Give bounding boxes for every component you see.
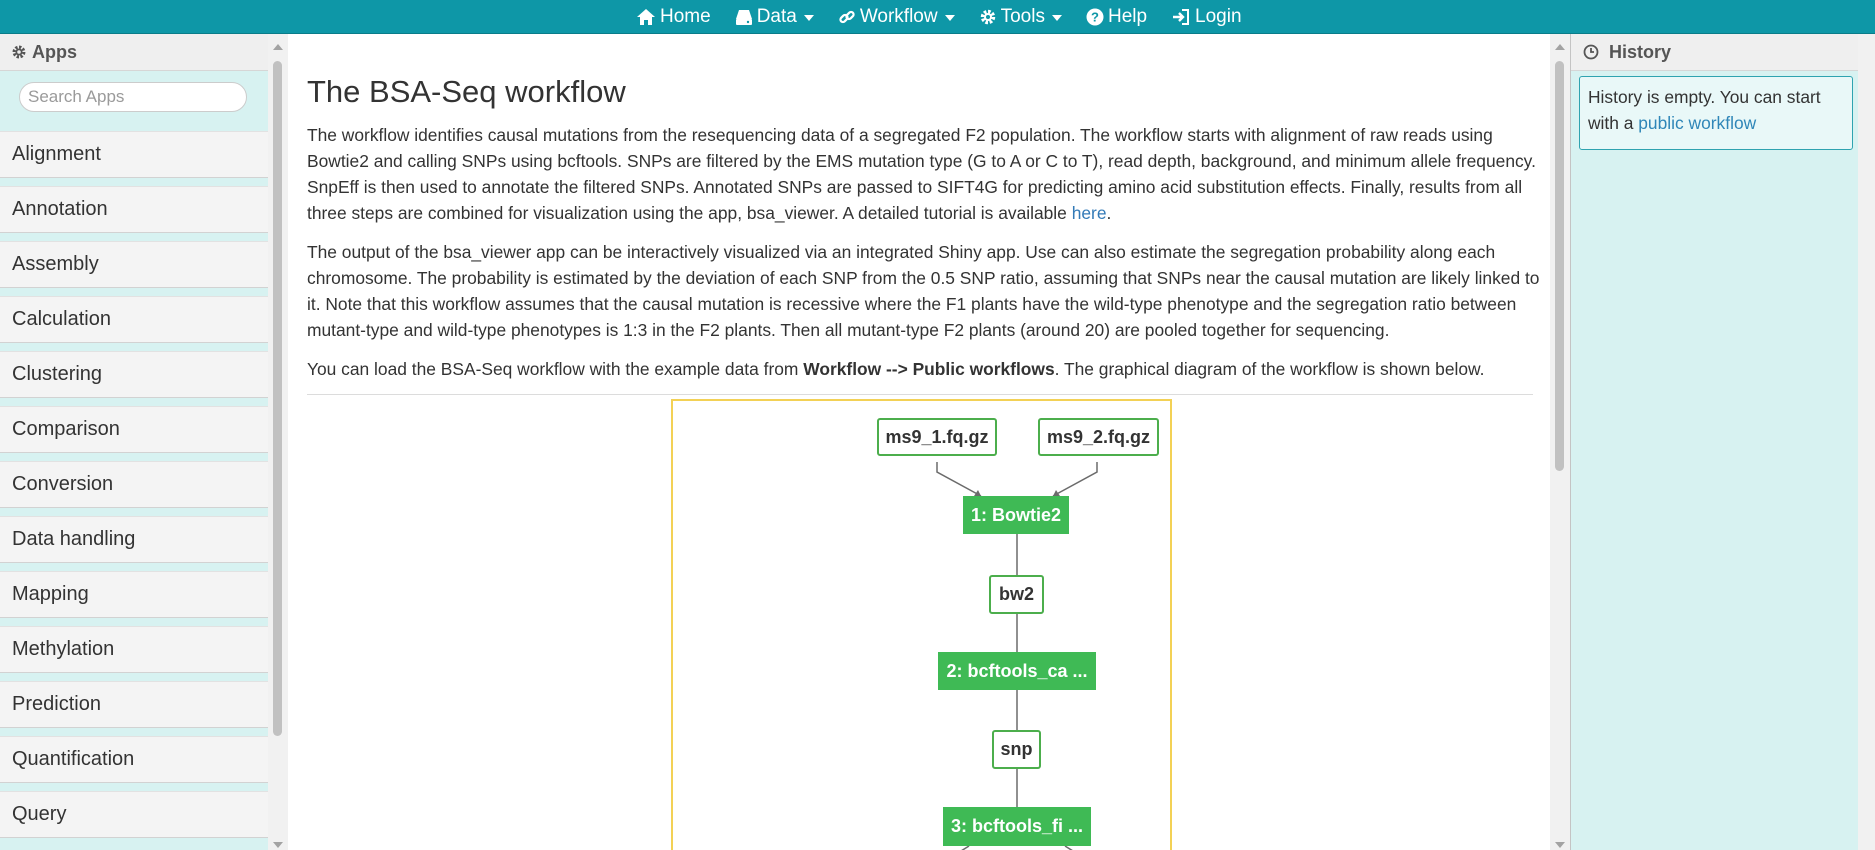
chevron-down-icon (944, 14, 955, 21)
history-panel: History History is empty. You can start … (1570, 34, 1859, 850)
app-category-query[interactable]: Query (0, 791, 268, 838)
gear-icon (12, 45, 26, 59)
apps-panel-title: Apps (32, 41, 77, 62)
workflow-path-text: Workflow --> Public workflows (803, 359, 1055, 379)
nav-home[interactable]: Home (636, 6, 711, 28)
tutorial-link[interactable]: here (1072, 203, 1107, 223)
nav-workflow[interactable]: Workflow (838, 6, 955, 28)
main-scrollbar[interactable] (1550, 34, 1570, 850)
top-navbar: Home Data Workflow Tools ? Help Login (0, 0, 1875, 34)
scroll-down-arrow[interactable] (1555, 842, 1565, 848)
output-node-snp[interactable]: snp (992, 730, 1041, 769)
nav-login[interactable]: Login (1171, 6, 1242, 28)
app-category-conversion[interactable]: Conversion (0, 461, 268, 508)
home-icon (637, 8, 655, 25)
output-node-bw2[interactable]: bw2 (989, 575, 1044, 614)
public-workflow-link[interactable]: public workflow (1638, 113, 1756, 133)
main-scroll-thumb[interactable] (1555, 61, 1564, 471)
gear-icon (980, 9, 995, 24)
app-category-calculation[interactable]: Calculation (0, 296, 268, 343)
nav-help-label: Help (1107, 5, 1148, 27)
scroll-down-arrow[interactable] (273, 842, 283, 848)
intro-text: The workflow identifies causal mutations… (307, 125, 1536, 223)
app-category-alignment[interactable]: Alignment (0, 131, 268, 178)
app-category-comparison[interactable]: Comparison (0, 406, 268, 453)
app-category-annotation[interactable]: Annotation (0, 186, 268, 233)
nav-menu: Home Data Workflow Tools ? Help Login (636, 0, 1266, 33)
window-edge (1858, 34, 1875, 850)
chevron-down-icon (803, 14, 814, 21)
page-title: The BSA-Seq workflow (307, 74, 626, 109)
nav-tools[interactable]: Tools (979, 6, 1062, 28)
intro-text-end: . (1106, 203, 1112, 223)
divider (307, 394, 1533, 395)
app-category-clustering[interactable]: Clustering (0, 351, 268, 398)
step-node-bcftools-call[interactable]: 2: bcftools_ca ... (938, 652, 1096, 690)
step-node-bowtie2[interactable]: 1: Bowtie2 (963, 496, 1069, 534)
nav-tools-label: Tools (1000, 5, 1045, 27)
output-paragraph: The output of the bsa_viewer app can be … (307, 242, 1540, 340)
step-node-bcftools-filter[interactable]: 3: bcftools_fi ... (943, 807, 1091, 846)
apps-panel-header: Apps (0, 34, 268, 71)
load-text-end: . The graphical diagram of the workflow … (1054, 359, 1485, 379)
app-category-list: Alignment Annotation Assembly Calculatio… (0, 131, 268, 846)
apps-panel: Apps Alignment Annotation Assembly Calcu… (0, 34, 268, 850)
workflow-diagram: ms9_1.fq.gz ms9_2.fq.gz 1: Bowtie2 bw2 2… (671, 399, 1172, 850)
input-node-ms9-1[interactable]: ms9_1.fq.gz (877, 418, 997, 456)
main-content: The BSA-Seq workflow The workflow identi… (288, 34, 1550, 850)
apps-scrollbar[interactable] (268, 34, 288, 850)
history-empty-notice: History is empty. You can start with a p… (1579, 76, 1853, 150)
chevron-down-icon (1051, 14, 1062, 21)
nav-login-label: Login (1195, 5, 1242, 27)
apps-scroll-thumb[interactable] (273, 61, 282, 736)
history-panel-title: History (1609, 41, 1672, 62)
question-icon: ? (1086, 8, 1104, 25)
history-panel-header: History (1571, 34, 1859, 71)
clock-icon (1583, 44, 1599, 60)
app-category-mapping[interactable]: Mapping (0, 571, 268, 618)
nav-data-label: Data (756, 5, 797, 27)
drive-icon (735, 9, 752, 25)
svg-text:?: ? (1091, 9, 1099, 24)
intro-paragraph: The workflow identifies causal mutations… (307, 122, 1542, 226)
nav-home-label: Home (660, 5, 711, 27)
login-icon (1173, 8, 1190, 25)
apps-search-wrap (0, 71, 268, 131)
app-category-data-handling[interactable]: Data handling (0, 516, 268, 563)
nav-help[interactable]: ? Help (1086, 6, 1147, 28)
input-node-ms9-2[interactable]: ms9_2.fq.gz (1038, 418, 1159, 456)
nav-workflow-label: Workflow (859, 5, 938, 27)
scroll-up-arrow[interactable] (1555, 44, 1565, 50)
nav-data[interactable]: Data (735, 6, 814, 28)
search-apps-input[interactable] (19, 82, 247, 112)
app-category-assembly[interactable]: Assembly (0, 241, 268, 288)
scroll-up-arrow[interactable] (273, 44, 283, 50)
load-paragraph: You can load the BSA-Seq workflow with t… (307, 356, 1542, 382)
diagram-connectors (936, 462, 1098, 850)
link-icon (839, 10, 855, 23)
edge-input1-step1 (936, 462, 982, 497)
app-category-quantification[interactable]: Quantification (0, 736, 268, 783)
load-text: You can load the BSA-Seq workflow with t… (307, 359, 804, 379)
app-category-prediction[interactable]: Prediction (0, 681, 268, 728)
app-category-methylation[interactable]: Methylation (0, 626, 268, 673)
